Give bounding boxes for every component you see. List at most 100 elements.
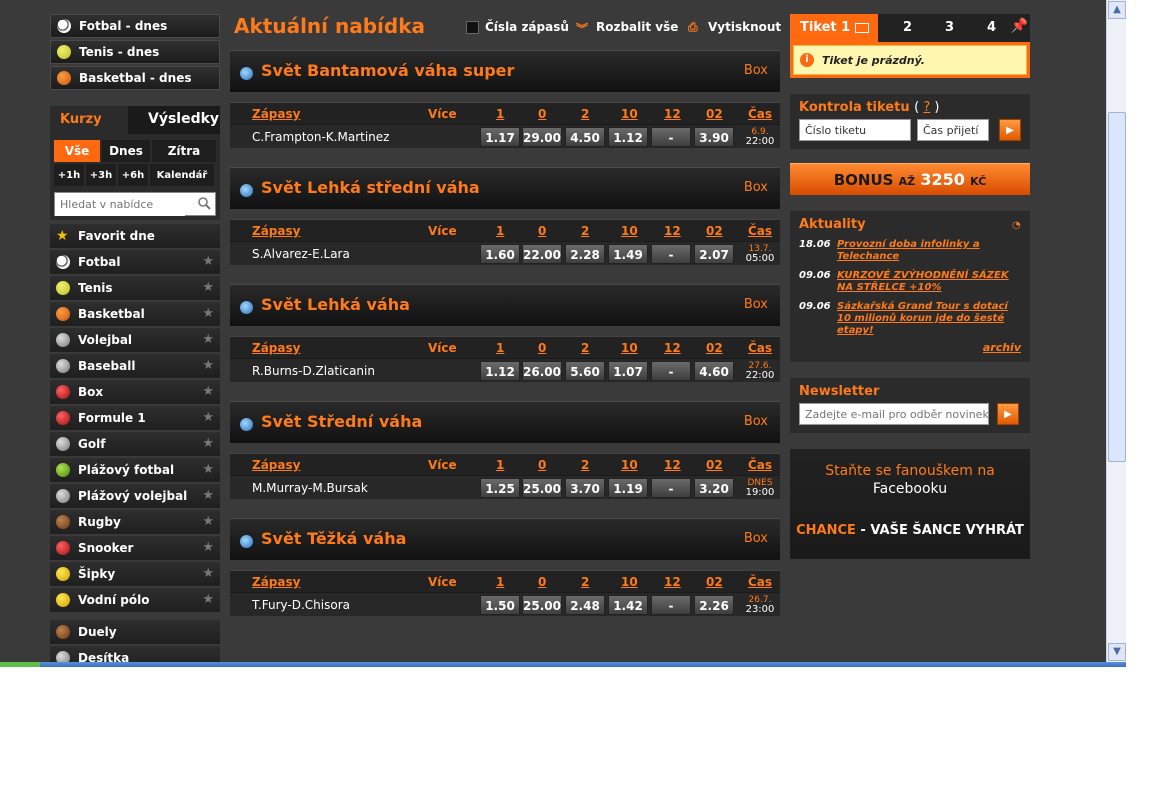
odd-button[interactable]: - [651, 127, 691, 147]
sidebar-item-extra[interactable]: Desítka [50, 646, 220, 662]
column-c02[interactable]: 02 [706, 458, 723, 472]
column-c2[interactable]: 2 [581, 575, 589, 589]
sidebar-item-sport[interactable]: Fotbal ★ [50, 250, 220, 274]
plus-6h-button[interactable]: +6h [118, 164, 148, 186]
sidebar-item-sport[interactable]: Šipky ★ [50, 562, 220, 586]
favorite-star-icon[interactable]: ★ [202, 332, 214, 347]
odd-button[interactable]: 2.28 [565, 244, 605, 264]
sidebar-item-extra[interactable]: Duely [50, 620, 220, 644]
odd-button[interactable]: - [651, 478, 691, 498]
column-c12[interactable]: 12 [664, 224, 681, 238]
odd-button[interactable]: 1.19 [608, 478, 648, 498]
archive-link[interactable]: archiv [799, 341, 1021, 354]
plus-1h-button[interactable]: +1h [54, 164, 84, 186]
news-link[interactable]: KURZOVÉ ZVÝHODNĚNÍ SÁZEK NA STŘELCE +10% [837, 270, 1017, 294]
odd-button[interactable]: 26.00 [522, 361, 562, 381]
odd-button[interactable]: 1.17 [480, 127, 520, 147]
favorite-star-icon[interactable]: ★ [202, 488, 214, 503]
odd-button[interactable]: 3.90 [694, 127, 734, 147]
rss-icon[interactable]: ◔ [1012, 220, 1022, 231]
column-c10[interactable]: 10 [621, 341, 638, 355]
column-matches[interactable]: Zápasy [252, 224, 300, 238]
sidebar-item-sport[interactable]: ★ Favorit dne [50, 224, 220, 248]
sidebar-item-sport[interactable]: Baseball ★ [50, 354, 220, 378]
sidebar-item-sport[interactable]: Rugby ★ [50, 510, 220, 534]
column-c02[interactable]: 02 [706, 224, 723, 238]
column-time[interactable]: Čas [748, 458, 772, 472]
event-header[interactable]: Svět Střední váha Box [230, 401, 780, 443]
odd-button[interactable]: 2.07 [694, 244, 734, 264]
odd-button[interactable]: 1.12 [608, 127, 648, 147]
event-header[interactable]: Svět Těžká váha Box [230, 518, 780, 560]
column-time[interactable]: Čas [748, 107, 772, 121]
newsletter-submit-button[interactable]: ▶ [997, 403, 1019, 425]
match-name[interactable]: C.Frampton-K.Martinez [252, 130, 389, 144]
odd-button[interactable]: 3.20 [694, 478, 734, 498]
odd-button[interactable]: 2.48 [565, 595, 605, 615]
column-c12[interactable]: 12 [664, 341, 681, 355]
sidebar-item-sport[interactable]: Box ★ [50, 380, 220, 404]
column-c1[interactable]: 1 [496, 224, 504, 238]
odd-button[interactable]: 25.00 [522, 478, 562, 498]
odd-button[interactable]: 1.49 [608, 244, 648, 264]
quick-link-tennis-today[interactable]: Tenis - dnes [50, 40, 220, 64]
tab-ticket-2[interactable]: 2 [903, 20, 912, 35]
news-link[interactable]: Sázkařská Grand Tour s dotací 10 milionů… [837, 301, 1017, 337]
odd-button[interactable]: - [651, 361, 691, 381]
favorite-star-icon[interactable]: ★ [202, 462, 214, 477]
day-tomorrow-button[interactable]: Zítra [152, 140, 216, 162]
odd-button[interactable]: 5.60 [565, 361, 605, 381]
sidebar-item-sport[interactable]: Volejbal ★ [50, 328, 220, 352]
sidebar-item-sport[interactable]: Plážový fotbal ★ [50, 458, 220, 482]
favorite-star-icon[interactable]: ★ [202, 592, 214, 607]
column-time[interactable]: Čas [748, 224, 772, 238]
odd-button[interactable]: 1.12 [480, 361, 520, 381]
match-name[interactable]: T.Fury-D.Chisora [252, 598, 350, 612]
column-c0[interactable]: 0 [538, 107, 546, 121]
favorite-star-icon[interactable]: ★ [202, 358, 214, 373]
column-c0[interactable]: 0 [538, 575, 546, 589]
odd-button[interactable]: 4.60 [694, 361, 734, 381]
newsletter-email-input[interactable] [799, 403, 989, 425]
sidebar-item-sport[interactable]: Formule 1 ★ [50, 406, 220, 430]
odd-button[interactable]: 22.00 [522, 244, 562, 264]
tab-odds[interactable]: Kurzy [50, 106, 128, 134]
favorite-star-icon[interactable]: ★ [202, 540, 214, 555]
favorite-star-icon[interactable]: ★ [202, 436, 214, 451]
sidebar-item-sport[interactable]: Basketbal ★ [50, 302, 220, 326]
scroll-up-button[interactable]: ▲ [1108, 1, 1126, 19]
odd-button[interactable]: 29.00 [522, 127, 562, 147]
favorite-star-icon[interactable]: ★ [202, 514, 214, 529]
event-header[interactable]: Svět Lehká střední váha Box [230, 167, 780, 209]
event-header[interactable]: Svět Bantamová váha super Box [230, 50, 780, 92]
column-c0[interactable]: 0 [538, 341, 546, 355]
favorite-star-icon[interactable]: ★ [202, 384, 214, 399]
column-c02[interactable]: 02 [706, 107, 723, 121]
column-c10[interactable]: 10 [621, 224, 638, 238]
column-c1[interactable]: 1 [496, 575, 504, 589]
odd-button[interactable]: 1.50 [480, 595, 520, 615]
match-name[interactable]: M.Murray-M.Bursak [252, 481, 368, 495]
scroll-down-button[interactable]: ▼ [1108, 643, 1126, 661]
help-mark[interactable]: ? [923, 100, 930, 115]
search-icon[interactable] [197, 196, 211, 210]
sidebar-item-sport[interactable]: Plážový volejbal ★ [50, 484, 220, 508]
news-link[interactable]: Provozní doba infolinky a Telechance [837, 239, 1017, 263]
match-name[interactable]: R.Burns-D.Zlaticanin [252, 364, 375, 378]
pin-icon[interactable]: 📌 [1011, 18, 1028, 34]
column-time[interactable]: Čas [748, 341, 772, 355]
tab-results[interactable]: Výsledky [128, 106, 220, 134]
column-c1[interactable]: 1 [496, 107, 504, 121]
bonus-banner[interactable]: BONUS AŽ 3250 KČ [790, 163, 1030, 195]
quick-link-football-today[interactable]: Fotbal - dnes [50, 14, 220, 38]
search-input[interactable] [55, 193, 185, 216]
event-header[interactable]: Svět Lehká váha Box [230, 284, 780, 326]
column-c0[interactable]: 0 [538, 224, 546, 238]
match-numbers-toggle[interactable]: Čísla zápasů [466, 20, 569, 34]
day-today-button[interactable]: Dnes [102, 140, 150, 162]
odd-button[interactable]: 4.50 [565, 127, 605, 147]
favorite-star-icon[interactable]: ★ [202, 566, 214, 581]
column-c02[interactable]: 02 [706, 575, 723, 589]
facebook-banner[interactable]: Staňte se fanouškem na Facebooku CHANCE … [790, 449, 1030, 559]
sidebar-item-sport[interactable]: Vodní pólo ★ [50, 588, 220, 612]
